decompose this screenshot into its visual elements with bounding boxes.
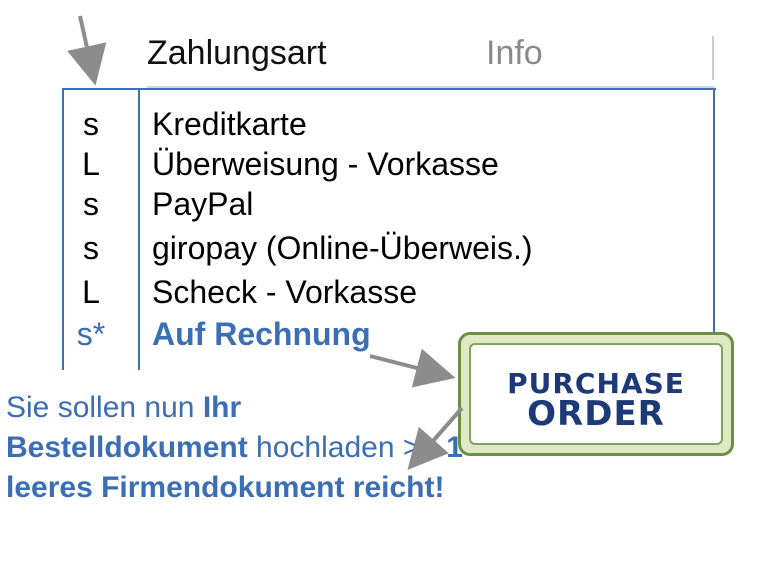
arrow-down-icon bbox=[67, 15, 107, 86]
arrow-to-badge-icon bbox=[369, 348, 456, 388]
annotation-arrows bbox=[67, 15, 464, 471]
arrow-to-note-icon bbox=[407, 406, 464, 471]
